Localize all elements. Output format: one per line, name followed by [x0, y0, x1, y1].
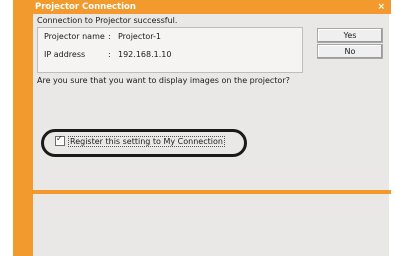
no-button[interactable]: No: [317, 44, 383, 59]
yes-button[interactable]: Yes: [317, 28, 383, 43]
status-message: Connection to Projector successful.: [37, 16, 178, 25]
ip-address-separator: :: [108, 50, 111, 59]
register-setting-label[interactable]: Register this setting to My Connection: [68, 135, 225, 147]
projector-name-separator: :: [108, 32, 111, 41]
projector-name-value: Projector-1: [118, 32, 162, 41]
register-setting-checkbox[interactable]: [55, 134, 65, 146]
ip-address-label: IP address: [44, 50, 86, 59]
projector-info-box: Projector name : Projector-1 IP address …: [37, 27, 303, 73]
bottom-panel: [33, 194, 389, 256]
window-title: Projector Connection: [35, 2, 136, 12]
left-accent-strip: [13, 0, 33, 256]
close-icon[interactable]: ×: [377, 1, 385, 13]
title-bar: Projector Connection ×: [13, 0, 391, 14]
register-setting-row[interactable]: Register this setting to My Connection: [55, 134, 225, 147]
projector-name-label: Projector name: [44, 32, 105, 41]
ip-address-value: 192.168.1.10: [118, 50, 172, 59]
projector-connection-window: Projector Connection × Connection to Pro…: [13, 0, 391, 256]
confirm-question: Are you sure that you want to display im…: [37, 76, 290, 85]
dialog-panel: Connection to Projector successful. Proj…: [33, 14, 389, 190]
